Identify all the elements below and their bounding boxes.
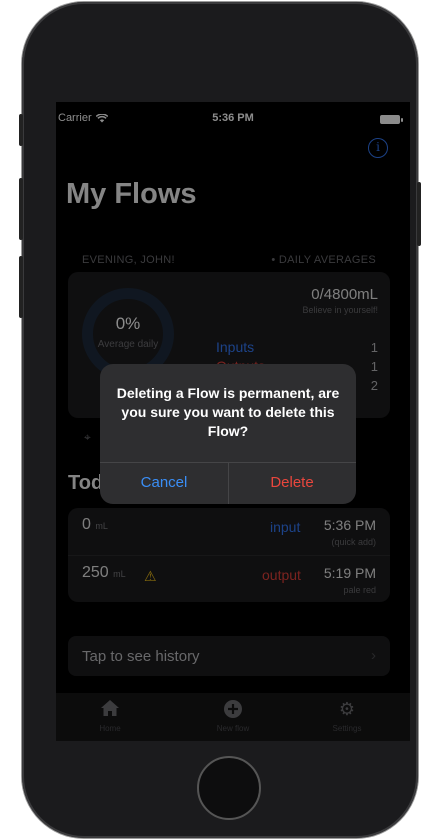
volume-down-button xyxy=(19,256,23,318)
mute-switch xyxy=(19,114,23,146)
delete-confirmation-alert: Deleting a Flow is permanent, are you su… xyxy=(100,364,356,504)
cancel-button[interactable]: Cancel xyxy=(100,462,228,504)
volume-up-button xyxy=(19,178,23,240)
power-button xyxy=(417,182,421,246)
alert-message: Deleting a Flow is permanent, are you su… xyxy=(116,385,340,439)
delete-button[interactable]: Delete xyxy=(228,462,356,504)
app-screen: Carrier 5:36 PM i My Flows EVENING, JOHN… xyxy=(56,102,410,741)
home-hardware-button[interactable] xyxy=(197,756,261,820)
